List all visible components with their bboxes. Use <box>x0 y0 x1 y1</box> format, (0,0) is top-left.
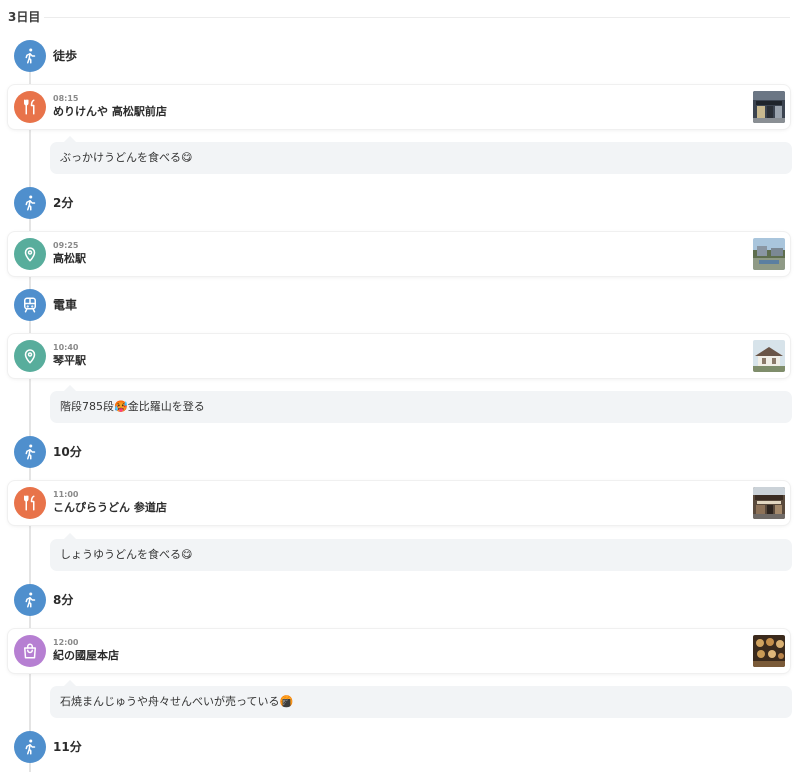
place-name: 高松駅 <box>53 252 86 265</box>
map-pin-icon <box>14 238 46 270</box>
move-label: 10分 <box>53 445 82 459</box>
walk-icon <box>14 187 46 219</box>
memo-text: しょうゆうどんを食べる😋 <box>60 548 193 561</box>
move-row-train: 電車 <box>0 289 798 321</box>
memo-text: 石焼まんじゅうや舟々せんべいが売っている🍘 <box>60 695 294 708</box>
move-label: 徒歩 <box>53 49 78 63</box>
move-row-walk: 11分 <box>0 731 798 763</box>
walk-icon <box>14 40 46 72</box>
place-photo-thumbnail[interactable] <box>753 238 785 270</box>
place-name: 紀の國屋本店 <box>53 649 119 662</box>
place-time: 09:25 <box>53 241 79 250</box>
walk-icon <box>14 731 46 763</box>
place-photo-thumbnail[interactable] <box>753 91 785 123</box>
place-time: 11:00 <box>53 490 79 499</box>
day-divider <box>44 17 790 18</box>
place-card[interactable]: 08:15 めりけんや 高松駅前店 <box>8 85 790 129</box>
memo-note: 階段785段🥵金比羅山を登る <box>50 385 792 423</box>
place-name: めりけんや 高松駅前店 <box>53 105 167 118</box>
place-photo-thumbnail[interactable] <box>753 340 785 372</box>
memo-note: ぶっかけうどんを食べる😋 <box>50 136 792 174</box>
day-header: 3日目 <box>8 9 790 25</box>
memo-note: 石焼まんじゅうや舟々せんべいが売っている🍘 <box>50 680 792 718</box>
move-row-walk: 徒歩 <box>0 40 798 72</box>
memo-text: ぶっかけうどんを食べる😋 <box>60 151 193 164</box>
place-photo-thumbnail[interactable] <box>753 635 785 667</box>
place-card[interactable]: 09:25 高松駅 <box>8 232 790 276</box>
memo-text: 階段785段🥵金比羅山を登る <box>60 400 205 413</box>
move-row-walk: 8分 <box>0 584 798 616</box>
move-label: 2分 <box>53 196 74 210</box>
move-label: 11分 <box>53 740 82 754</box>
memo-note: しょうゆうどんを食べる😋 <box>50 533 792 571</box>
fork-knife-icon <box>14 91 46 123</box>
train-icon <box>14 289 46 321</box>
walk-icon <box>14 584 46 616</box>
walk-icon <box>14 436 46 468</box>
day-label: 3日目 <box>8 10 41 24</box>
place-name: こんぴらうどん 参道店 <box>53 501 167 514</box>
move-label: 8分 <box>53 593 74 607</box>
place-time: 12:00 <box>53 638 79 647</box>
move-label: 電車 <box>53 298 78 312</box>
move-row-walk: 10分 <box>0 436 798 468</box>
map-pin-icon <box>14 340 46 372</box>
fork-knife-icon <box>14 487 46 519</box>
place-card[interactable]: 10:40 琴平駅 <box>8 334 790 378</box>
shopping-bag-icon <box>14 635 46 667</box>
place-card[interactable]: 11:00 こんぴらうどん 参道店 <box>8 481 790 525</box>
place-card[interactable]: 12:00 紀の國屋本店 <box>8 629 790 673</box>
place-name: 琴平駅 <box>53 354 86 367</box>
move-row-walk: 2分 <box>0 187 798 219</box>
place-time: 10:40 <box>53 343 79 352</box>
place-photo-thumbnail[interactable] <box>753 487 785 519</box>
place-time: 08:15 <box>53 94 79 103</box>
